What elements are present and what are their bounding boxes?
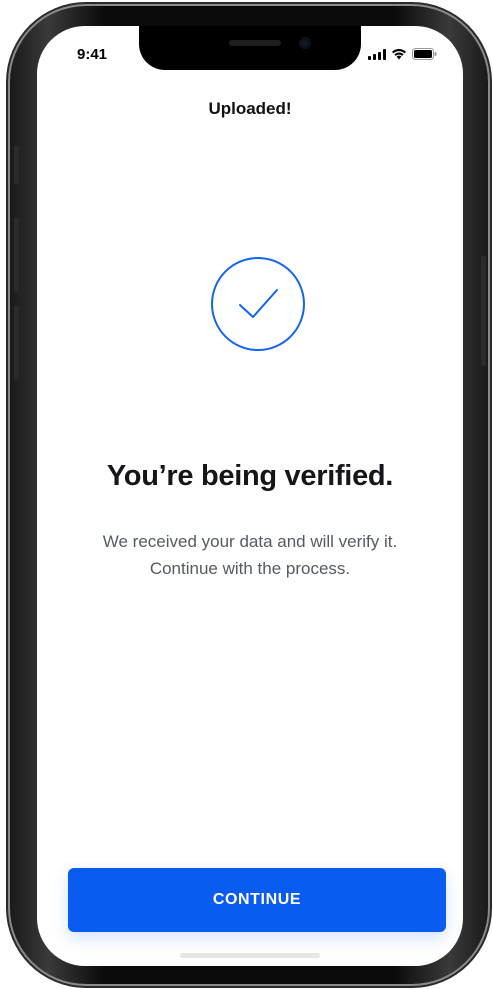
volume-down-button <box>14 306 19 380</box>
continue-button[interactable]: CONTINUE <box>68 868 446 932</box>
volume-up-button <box>14 218 19 292</box>
check-circle-icon <box>210 256 306 352</box>
description-line: Continue with the process. <box>149 559 351 578</box>
verification-headline: You’re being verified. <box>106 460 394 492</box>
status-icons <box>368 48 437 60</box>
signal-icon <box>368 48 386 60</box>
status-time: 9:41 <box>77 46 108 63</box>
mute-switch <box>14 146 19 184</box>
home-indicator <box>180 953 320 958</box>
notch <box>139 26 361 70</box>
speaker-grille <box>229 40 281 46</box>
battery-icon <box>412 48 437 60</box>
front-camera <box>299 37 311 49</box>
description-line: We received your data and will verify it… <box>102 532 398 551</box>
power-button <box>481 256 486 366</box>
phone-screen: 9:41 Uploaded! You’re being verified. We… <box>37 26 463 966</box>
verification-description: We received your data and will verify it… <box>57 528 443 582</box>
wifi-icon <box>391 48 407 60</box>
page-title: Uploaded! <box>208 99 292 118</box>
